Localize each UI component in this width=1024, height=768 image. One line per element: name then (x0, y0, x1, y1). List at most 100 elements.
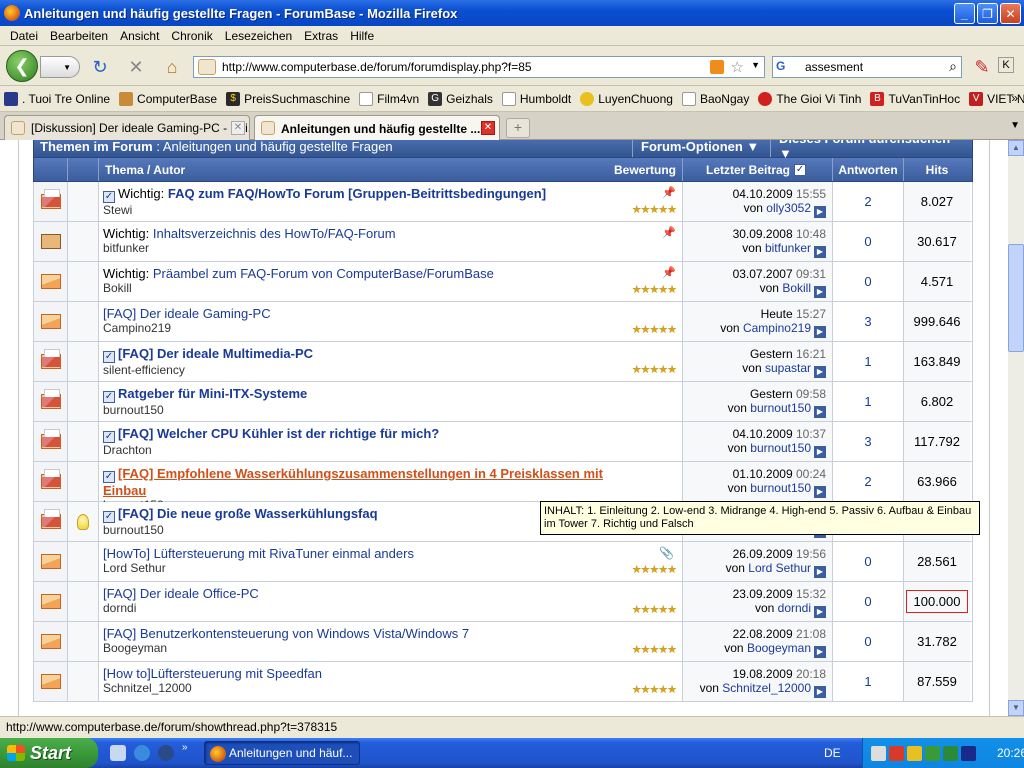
bookmark-item[interactable]: Humboldt (501, 91, 571, 106)
last-post-user-link[interactable]: olly3052 (766, 201, 811, 215)
replies-cell[interactable]: 0 (833, 622, 904, 661)
sort-icon[interactable]: ✓ (794, 163, 807, 176)
thread-author[interactable]: Stewi (103, 203, 678, 217)
quicklaunch-icon[interactable] (110, 745, 126, 761)
minimize-button[interactable]: _ (954, 3, 975, 24)
tab-close-icon[interactable]: ✕ (231, 121, 245, 135)
tray-app-icon[interactable] (943, 745, 958, 761)
url-dropdown-icon[interactable]: ▼ (751, 60, 760, 70)
bookmark-item[interactable]: LuyenChuong (580, 91, 673, 106)
replies-count[interactable]: 3 (864, 314, 871, 329)
reload-icon[interactable]: ↻ (90, 57, 110, 77)
start-button[interactable]: Start (0, 738, 98, 768)
history-dropdown[interactable]: ▼ (40, 56, 80, 78)
network-icon[interactable] (871, 745, 886, 761)
thread-author[interactable]: Schnitzel_12000 (103, 681, 678, 695)
tray-app-icon[interactable] (907, 745, 922, 761)
replies-cell[interactable]: 1 (833, 662, 904, 701)
thread-title-link[interactable]: [FAQ] Welcher CPU Kühler ist der richtig… (118, 426, 439, 441)
menu-bearbeiten[interactable]: Bearbeiten (44, 29, 114, 43)
bookmark-item[interactable]: The Gioi Vi Tinh (758, 91, 861, 106)
last-post-user-link[interactable]: bitfunker (765, 241, 811, 255)
ie-icon[interactable] (134, 745, 150, 761)
thread-title-link[interactable]: [FAQ] Die neue große Wasserkühlungsfaq (118, 506, 378, 521)
go-to-last-post-icon[interactable]: ▶ (814, 366, 826, 378)
replies-cell[interactable]: 0 (833, 542, 904, 581)
replies-count[interactable]: 0 (864, 234, 871, 249)
replies-cell[interactable]: 3 (833, 302, 904, 341)
scroll-down-button[interactable]: ▼ (1008, 700, 1024, 716)
go-to-last-post-icon[interactable]: ▶ (814, 686, 826, 698)
thread-title-link[interactable]: [How to]Lüftersteuerung mit Speedfan (103, 666, 322, 681)
go-to-last-post-icon[interactable]: ▶ (814, 286, 826, 298)
go-to-last-post-icon[interactable]: ▶ (814, 486, 826, 498)
thread-title-link[interactable]: Präambel zum FAQ-Forum von ComputerBase/… (153, 266, 494, 281)
vertical-scrollbar[interactable]: ▲ ▼ (1008, 140, 1024, 716)
bookmark-item[interactable]: G Geizhals (428, 91, 493, 106)
go-to-last-post-icon[interactable]: ▶ (814, 566, 826, 578)
tray-app-icon[interactable] (925, 745, 940, 761)
thread-title-link[interactable]: Inhaltsverzeichnis des HowTo/FAQ-Forum (153, 226, 396, 241)
thread-author[interactable]: Boogeyman (103, 641, 678, 655)
menu-hilfe[interactable]: Hilfe (344, 29, 380, 43)
bookmark-item[interactable]: $ PreisSuchmaschine (226, 91, 350, 106)
replies-count[interactable]: 0 (864, 634, 871, 649)
forum-search-button[interactable]: Dieses Forum durchsuchen ▼ (770, 140, 972, 161)
replies-cell[interactable]: 2 (833, 182, 904, 221)
bookmark-item[interactable]: . Tuoi Tre Online (4, 91, 110, 106)
go-to-last-post-icon[interactable]: ▶ (814, 406, 826, 418)
menu-chronik[interactable]: Chronik (165, 29, 218, 43)
menu-extras[interactable]: Extras (298, 29, 344, 43)
replies-count[interactable]: 1 (864, 354, 871, 369)
go-to-last-post-icon[interactable]: ▶ (814, 246, 826, 258)
thread-author[interactable]: Lord Sethur (103, 561, 678, 575)
last-post-user-link[interactable]: Campino219 (743, 321, 811, 335)
bookmarks-overflow-icon[interactable]: » (1011, 91, 1018, 105)
last-post-user-link[interactable]: burnout150 (750, 441, 811, 455)
new-tab-button[interactable]: + (506, 118, 530, 138)
taskbar-item-firefox[interactable]: Anleitungen und häuf... (204, 741, 360, 765)
go-to-last-post-icon[interactable]: ▶ (814, 606, 826, 618)
col-bewertung[interactable]: Bewertung (614, 163, 676, 177)
menu-lesezeichen[interactable]: Lesezeichen (219, 29, 298, 43)
quicklaunch-overflow-icon[interactable]: » (182, 742, 188, 753)
thread-title-link[interactable]: [FAQ] Der ideale Gaming-PC (103, 306, 271, 321)
scroll-up-button[interactable]: ▲ (1008, 140, 1024, 156)
forum-options-button[interactable]: Forum-Optionen ▼ (632, 140, 770, 157)
thread-author[interactable]: Drachton (103, 443, 678, 457)
tab-list-icon[interactable]: ▼ (1010, 120, 1020, 131)
search-icon[interactable]: ⌕ (949, 58, 957, 75)
col-antworten[interactable]: Antworten (838, 163, 897, 177)
replies-count[interactable]: 0 (864, 594, 871, 609)
scroll-thumb[interactable] (1008, 244, 1024, 352)
thread-title-link[interactable]: [FAQ] Benutzerkontensteuerung von Window… (103, 626, 469, 641)
last-post-user-link[interactable]: Schnitzel_12000 (722, 681, 811, 695)
last-post-user-link[interactable]: Lord Sethur (748, 561, 811, 575)
replies-cell[interactable]: 3 (833, 422, 904, 461)
tray-app-icon[interactable] (961, 745, 976, 761)
thread-title-link[interactable]: Ratgeber für Mini-ITX-Systeme (118, 386, 307, 401)
bookmark-item[interactable]: BaoNgay (681, 91, 749, 106)
bookmark-item[interactable]: Film4vn (359, 91, 419, 106)
tab-close-icon[interactable]: ✕ (481, 121, 495, 135)
last-post-user-link[interactable]: burnout150 (750, 401, 811, 415)
thread-title-link[interactable]: [HowTo] Lüftersteuerung mit RivaTuner ei… (103, 546, 414, 561)
attachment-icon[interactable]: 📎 (659, 546, 674, 560)
thread-title-link[interactable]: [FAQ] Der ideale Multimedia-PC (118, 346, 313, 361)
replies-count[interactable]: 0 (864, 554, 871, 569)
col-thema[interactable]: Thema / Autor (105, 163, 185, 177)
go-to-last-post-icon[interactable]: ▶ (814, 646, 826, 658)
replies-cell[interactable]: 0 (833, 222, 904, 261)
thread-author[interactable]: Campino219 (103, 321, 678, 335)
bookmark-item[interactable]: ComputerBase (119, 91, 217, 106)
replies-count[interactable]: 1 (864, 674, 871, 689)
close-window-button[interactable]: ✕ (1000, 3, 1021, 24)
bookmark-item[interactable]: B TuVanTinHoc (870, 91, 960, 106)
replies-count[interactable]: 0 (864, 274, 871, 289)
menu-datei[interactable]: Datei (4, 29, 44, 43)
replies-count[interactable]: 3 (864, 434, 871, 449)
replies-cell[interactable]: 1 (833, 382, 904, 421)
last-post-user-link[interactable]: Boogeyman (747, 641, 811, 655)
bookmark-star-icon[interactable]: ☆ (731, 58, 744, 76)
stop-icon[interactable]: ✕ (126, 57, 146, 77)
